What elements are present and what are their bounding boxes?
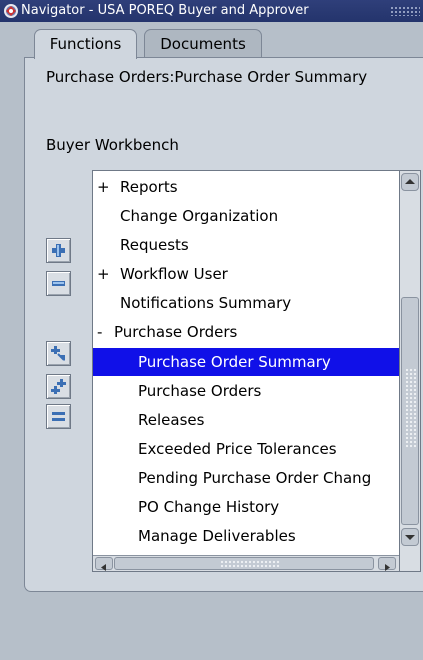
expand-all-button[interactable]	[46, 374, 71, 399]
minus-icon	[52, 281, 65, 286]
tree-item[interactable]: - Purchase Orders	[93, 318, 399, 346]
tree-item[interactable]: + Workflow User	[93, 260, 399, 288]
current-function-label: Purchase Orders:Purchase Order Summary	[46, 68, 368, 86]
tree-prefix: +	[97, 178, 110, 196]
window-titlebar[interactable]: Navigator - USA POREQ Buyer and Approver	[0, 0, 423, 22]
tree-item-label: Exceeded Price Tolerances	[138, 440, 337, 458]
horizontal-scrollbar[interactable]	[93, 555, 399, 571]
tab-functions[interactable]: Functions	[34, 29, 137, 59]
tree-item-label: PO Change History	[138, 498, 280, 516]
collapse-button[interactable]	[46, 271, 71, 296]
tree-item-label: Purchase Order Summary	[138, 353, 331, 371]
tree-item[interactable]: Notifications Summary	[93, 289, 399, 317]
tree-item[interactable]: + Reports	[93, 173, 399, 201]
expand-branch-button[interactable]	[46, 341, 71, 366]
tree-item-label: Requests	[120, 236, 189, 254]
tree-item[interactable]: Releases	[93, 406, 399, 434]
tree-prefix: +	[97, 265, 110, 283]
scroll-up-button[interactable]	[401, 173, 419, 191]
titlebar-grip[interactable]	[390, 6, 420, 16]
tree-item[interactable]: Pending Purchase Order Chang	[93, 464, 399, 492]
oracle-app-icon	[4, 4, 18, 18]
horizontal-scroll-thumb[interactable]	[114, 557, 374, 570]
tree-item[interactable]: Change Organization	[93, 202, 399, 230]
plus-icon	[52, 244, 65, 257]
arrow-up-icon	[405, 179, 415, 184]
collapse-all-icon	[52, 412, 65, 421]
tree-item[interactable]: Exceeded Price Tolerances	[93, 435, 399, 463]
tree-item-label: Releases	[138, 411, 205, 429]
expand-button[interactable]	[46, 238, 71, 263]
scroll-right-button[interactable]	[378, 557, 396, 571]
vertical-scroll-thumb[interactable]	[401, 297, 419, 525]
tree-item-selected[interactable]: Purchase Order Summary	[93, 348, 399, 376]
tree-item-label: Pending Purchase Order Chang	[138, 469, 372, 487]
arrow-left-icon	[101, 564, 106, 571]
tree-item-label: Purchase Orders	[114, 323, 238, 341]
tree-item-label: Workflow User	[120, 265, 228, 283]
tree-item-label: Reports	[120, 178, 178, 196]
function-tree[interactable]: + Reports Change Organization Requests +…	[92, 170, 400, 572]
scroll-left-button[interactable]	[95, 557, 113, 571]
tree-item[interactable]: Purchase Orders	[93, 377, 399, 405]
tab-documents[interactable]: Documents	[144, 29, 262, 57]
tree-prefix: -	[97, 323, 103, 341]
scroll-down-button[interactable]	[401, 528, 419, 546]
vertical-scrollbar[interactable]	[399, 170, 421, 572]
collapse-all-button[interactable]	[46, 404, 71, 429]
expand-all-icon	[51, 379, 66, 394]
tree-item-label: Manage Deliverables	[138, 527, 296, 545]
tree-item-label: Change Organization	[120, 207, 279, 225]
arrow-right-icon	[385, 564, 390, 571]
arrow-down-icon	[405, 535, 415, 540]
expand-branch-icon	[51, 346, 65, 361]
tree-item[interactable]: PO Change History	[93, 493, 399, 521]
tree-item[interactable]: Manage Deliverables	[93, 522, 399, 550]
tree-item-label: Notifications Summary	[120, 294, 292, 312]
window-title: Navigator - USA POREQ Buyer and Approver	[21, 3, 309, 18]
responsibility-label: Buyer Workbench	[46, 136, 179, 154]
tree-item[interactable]: Requests	[93, 231, 399, 259]
tree-item-label: Purchase Orders	[138, 382, 262, 400]
